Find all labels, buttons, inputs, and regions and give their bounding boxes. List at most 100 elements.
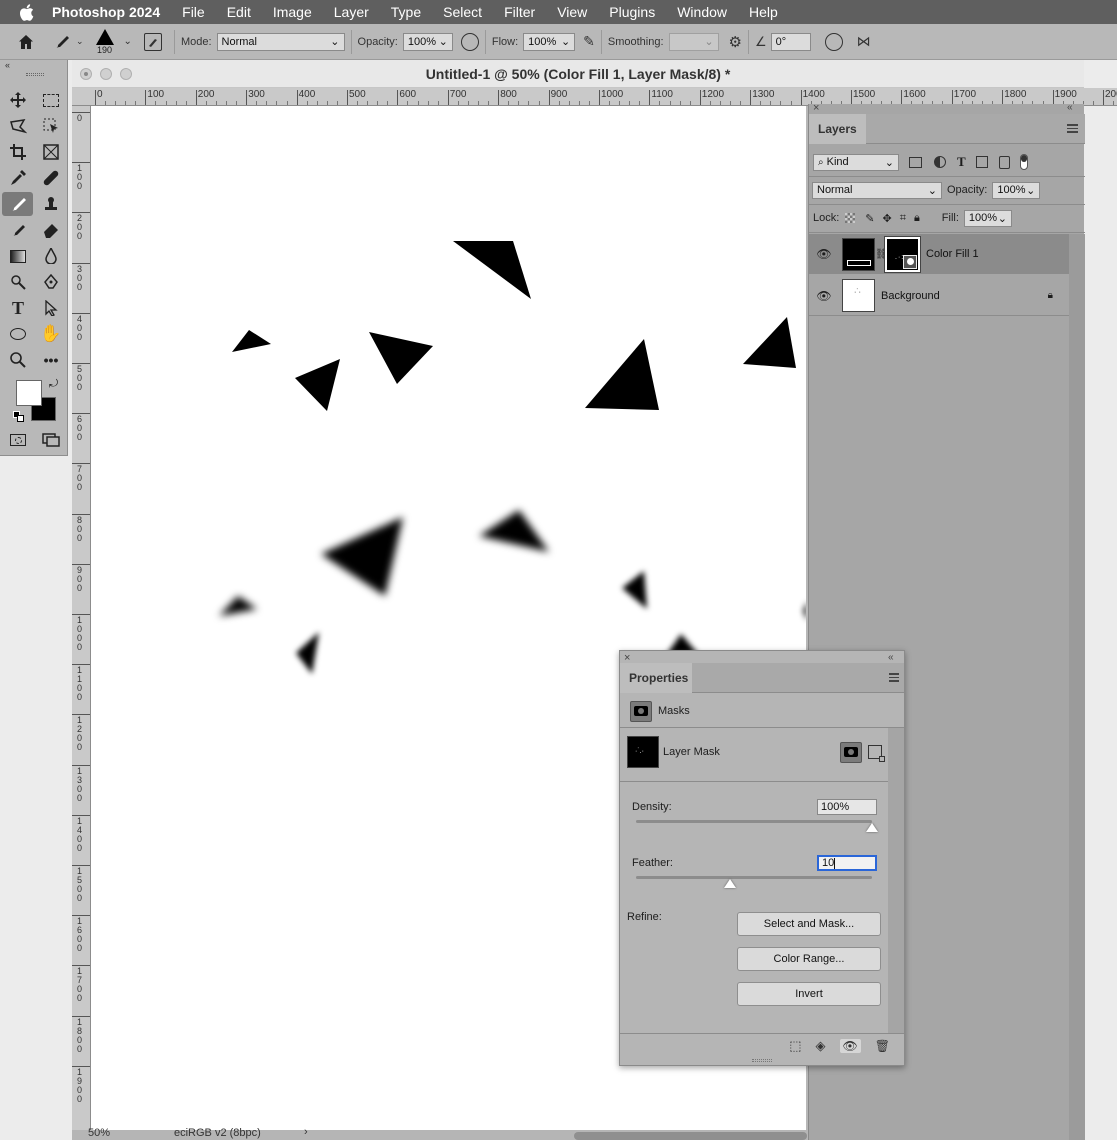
panel-menu-icon[interactable] (1067, 124, 1078, 133)
foreground-color-swatch-top[interactable] (16, 380, 42, 406)
panel-grip[interactable] (26, 73, 44, 76)
layer-name[interactable]: Background (881, 290, 940, 302)
quick-mask-icon[interactable] (5, 429, 31, 451)
density-input[interactable]: 100% (817, 799, 877, 815)
disable-mask-eye-icon[interactable]: 👁︎ (839, 1039, 861, 1053)
properties-scrollbar[interactable] (888, 728, 904, 1033)
lock-icon[interactable]: 🔒︎ (1048, 290, 1053, 301)
feather-input[interactable]: 10 (817, 855, 877, 871)
angle-input[interactable]: 0° (770, 32, 811, 51)
invert-button[interactable]: Invert (737, 982, 881, 1006)
collapse-panel-icon[interactable]: « (888, 652, 894, 663)
brush-settings-panel-icon[interactable] (143, 32, 162, 51)
horizontal-scrollbar[interactable] (574, 1132, 807, 1140)
fill-layer-thumbnail[interactable] (842, 237, 875, 271)
menu-edit[interactable]: Edit (227, 4, 251, 20)
flow-input[interactable]: 100% ⌄ (523, 32, 576, 51)
layers-scroll-area[interactable] (1069, 234, 1085, 1140)
filter-type-layers-icon[interactable]: T (957, 154, 966, 170)
feather-slider-knob[interactable] (724, 879, 737, 888)
close-panel-icon[interactable]: × (813, 102, 819, 114)
object-selection-tool-icon[interactable] (38, 115, 64, 137)
healing-brush-tool-icon[interactable] (38, 167, 64, 189)
layer-row[interactable]: 👁︎ ·˙· Background 🔒︎ (809, 276, 1069, 316)
chevron-right-icon[interactable]: › (304, 1126, 308, 1138)
select-and-mask-button[interactable]: Select and Mask... (737, 912, 881, 936)
background-layer-thumbnail[interactable]: ·˙· (842, 279, 875, 312)
visibility-eye-icon[interactable]: 👁︎ (809, 289, 839, 303)
ruler-vertical[interactable]: 0 100 200 300 400 500 600 700 800 900 1000 1100 1200… (72, 106, 91, 1140)
frame-tool-icon[interactable] (38, 141, 64, 163)
chain-link-icon[interactable]: ⛓︎ (875, 249, 888, 260)
menu-plugins[interactable]: Plugins (609, 4, 655, 20)
lock-transparent-pixels-icon[interactable] (845, 213, 856, 223)
lock-image-pixels-icon[interactable]: ✎ (865, 212, 874, 225)
layer-mask-thumbnail[interactable]: .·:. (884, 235, 921, 273)
zoom-level[interactable]: 50% (88, 1127, 110, 1139)
filter-adjustment-layers-icon[interactable] (934, 156, 946, 168)
density-slider-knob[interactable] (866, 823, 878, 832)
filter-shape-layers-icon[interactable] (975, 156, 988, 168)
blur-tool-icon[interactable] (38, 245, 64, 267)
mode-select[interactable]: Normal ⌄ (216, 32, 345, 51)
tab-layers[interactable]: Layers (809, 114, 866, 144)
menu-image[interactable]: Image (273, 4, 312, 20)
filter-smart-objects-icon[interactable] (998, 155, 1010, 169)
crop-tool-icon[interactable] (5, 141, 31, 163)
apply-mask-icon[interactable]: ◈ (816, 1038, 826, 1054)
delete-mask-trash-icon[interactable]: 🗑︎ (875, 1039, 890, 1053)
maximize-window-button[interactable] (120, 68, 132, 80)
type-tool-icon[interactable]: T (5, 297, 31, 319)
vector-mask-button-icon[interactable] (868, 745, 885, 762)
layer-row[interactable]: 👁︎ ⛓︎ .·:. Color Fill 1 (809, 234, 1069, 274)
pixel-mask-button[interactable] (840, 741, 862, 763)
symmetry-butterfly-icon[interactable]: ⋈ (857, 33, 871, 50)
menu-filter[interactable]: Filter (504, 4, 535, 20)
home-icon[interactable] (0, 34, 52, 50)
lock-all-icon[interactable]: 🔒︎ (914, 212, 920, 225)
fill-input[interactable]: 100% ⌄ (963, 209, 1012, 227)
collapse-arrows-icon[interactable]: « (5, 60, 10, 70)
hand-tool-icon[interactable]: ✋ (38, 323, 64, 345)
filter-pixel-layers-icon[interactable] (909, 156, 922, 168)
app-name[interactable]: Photoshop 2024 (52, 4, 160, 20)
color-range-button[interactable]: Color Range... (737, 947, 881, 971)
pen-tool-icon[interactable] (38, 271, 64, 293)
marquee-tool-icon[interactable] (38, 89, 64, 111)
density-slider-track[interactable] (636, 820, 872, 823)
menu-select[interactable]: Select (443, 4, 482, 20)
gradient-tool-icon[interactable] (5, 245, 31, 267)
path-selection-tool-icon[interactable] (38, 297, 64, 319)
layer-mask-preview[interactable]: ·˙.· (627, 736, 659, 768)
history-brush-tool-icon[interactable] (5, 219, 31, 241)
lasso-tool-icon[interactable] (5, 115, 31, 137)
layer-opacity-input[interactable]: 100% ⌄ (992, 181, 1041, 199)
opacity-input[interactable]: 100% ⌄ (402, 32, 453, 51)
load-selection-from-mask-icon[interactable]: ⬚ (789, 1038, 801, 1054)
swap-colors-icon[interactable]: ⤾ (49, 378, 58, 391)
pressure-size-icon[interactable] (824, 32, 843, 51)
menu-help[interactable]: Help (749, 4, 778, 20)
airbrush-icon[interactable]: ✎ (583, 33, 595, 50)
layer-name[interactable]: Color Fill 1 (926, 248, 979, 260)
lock-artboard-icon[interactable]: ⌗ (900, 212, 906, 225)
menu-window[interactable]: Window (677, 4, 727, 20)
menu-type[interactable]: Type (391, 4, 421, 20)
filter-kind-select[interactable]: ⌕ Kind ⌄ (813, 153, 899, 171)
color-profile-info[interactable]: eciRGB v2 (8bpc) (174, 1127, 261, 1139)
resize-grip[interactable] (752, 1059, 772, 1062)
default-colors-icon[interactable] (13, 411, 24, 422)
menu-view[interactable]: View (557, 4, 587, 20)
lock-position-icon[interactable]: ✥ (883, 212, 892, 225)
close-window-button[interactable] (80, 68, 92, 80)
menu-layer[interactable]: Layer (334, 4, 369, 20)
more-tools-icon[interactable]: ••• (38, 349, 64, 371)
brush-tool-preset-icon[interactable]: ⌄ (52, 33, 84, 51)
gear-icon[interactable]: ⚙ (729, 33, 742, 51)
filter-toggle-icon[interactable] (1019, 154, 1028, 170)
eyedropper-tool-icon[interactable] (5, 167, 31, 189)
clone-stamp-tool-icon[interactable] (38, 193, 64, 215)
tab-properties[interactable]: Properties (620, 663, 692, 693)
move-tool-icon[interactable] (5, 89, 31, 111)
ellipse-tool-icon[interactable] (5, 323, 31, 345)
